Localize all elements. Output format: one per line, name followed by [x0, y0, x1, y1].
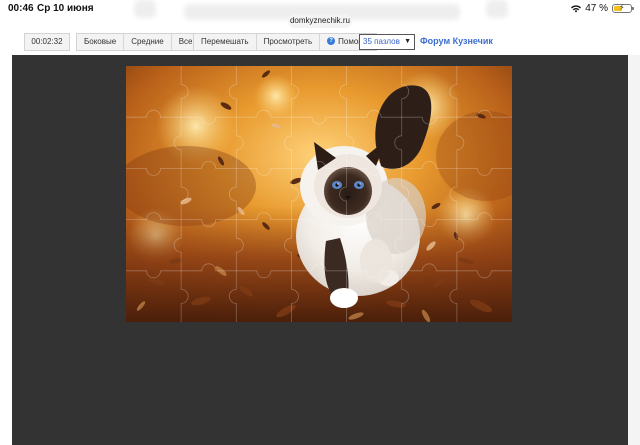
piece-filter-group: Боковые Средние Все [76, 33, 201, 51]
edge-pieces-button[interactable]: Боковые [77, 34, 125, 50]
timer-display: 00:02:32 [24, 33, 70, 51]
action-group: Перемешать Просмотреть ? Помощь [193, 33, 378, 51]
status-time: 00:46 [8, 3, 34, 14]
puzzle-image[interactable] [126, 66, 512, 322]
dropdown-arrow-icon: ▼ [404, 38, 411, 45]
status-right: 47 % ⚡ [571, 3, 634, 14]
charging-bolt-icon: ⚡ [619, 3, 625, 12]
shuffle-button[interactable]: Перемешать [194, 34, 257, 50]
page: 00:46 Ср 10 июня 47 % ⚡ domkyznechik.ru … [0, 0, 640, 445]
middle-pieces-button[interactable]: Средние [124, 34, 172, 50]
pieces-count-select[interactable]: 35 пазлов ▼ [359, 34, 415, 50]
battery-percent: 47 % [585, 3, 608, 14]
puzzle-artwork [126, 66, 512, 322]
help-icon: ? [327, 36, 336, 45]
preview-button[interactable]: Просмотреть [257, 34, 321, 50]
puzzle-toolbar: 00:02:32 Боковые Средние Все Перемешать … [0, 33, 640, 53]
wifi-icon [571, 4, 582, 12]
blurred-header-fragment [486, 0, 508, 18]
page-scrollbar[interactable] [628, 55, 640, 445]
blurred-header-fragment [134, 0, 156, 18]
battery-icon: ⚡ [612, 3, 634, 13]
url-bar[interactable]: domkyznechik.ru [288, 14, 352, 28]
forum-link[interactable]: Форум Кузнечик [420, 36, 493, 46]
status-date: Ср 10 июня [37, 3, 94, 14]
pieces-count-value: 35 пазлов [363, 37, 400, 46]
